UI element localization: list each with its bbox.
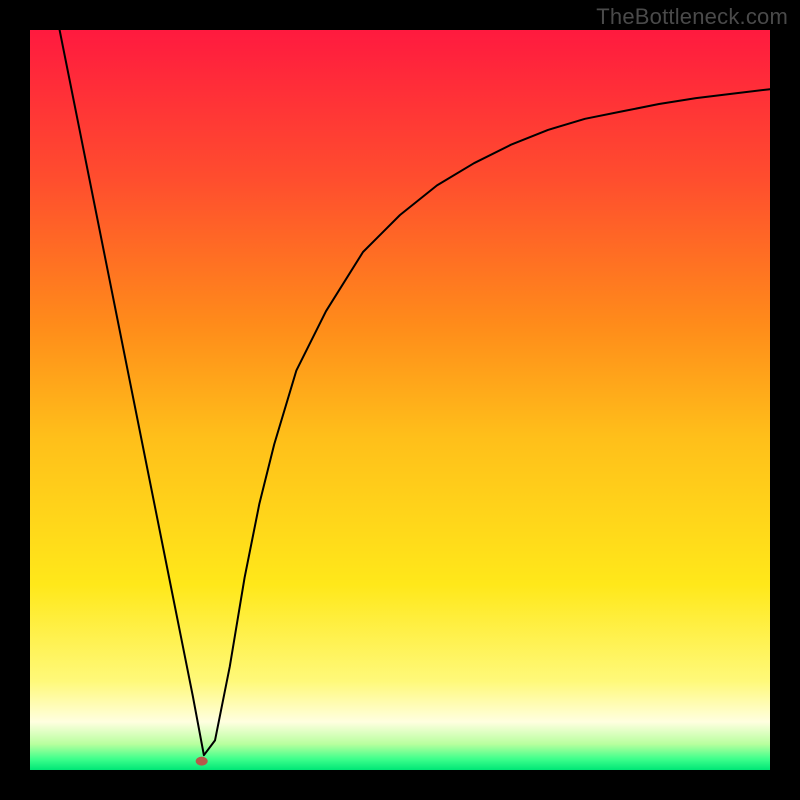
gradient-background bbox=[30, 30, 770, 770]
chart-svg bbox=[30, 30, 770, 770]
watermark-text: TheBottleneck.com bbox=[596, 4, 788, 30]
plot-area bbox=[30, 30, 770, 770]
chart-frame: TheBottleneck.com bbox=[0, 0, 800, 800]
minimum-marker bbox=[196, 757, 208, 766]
